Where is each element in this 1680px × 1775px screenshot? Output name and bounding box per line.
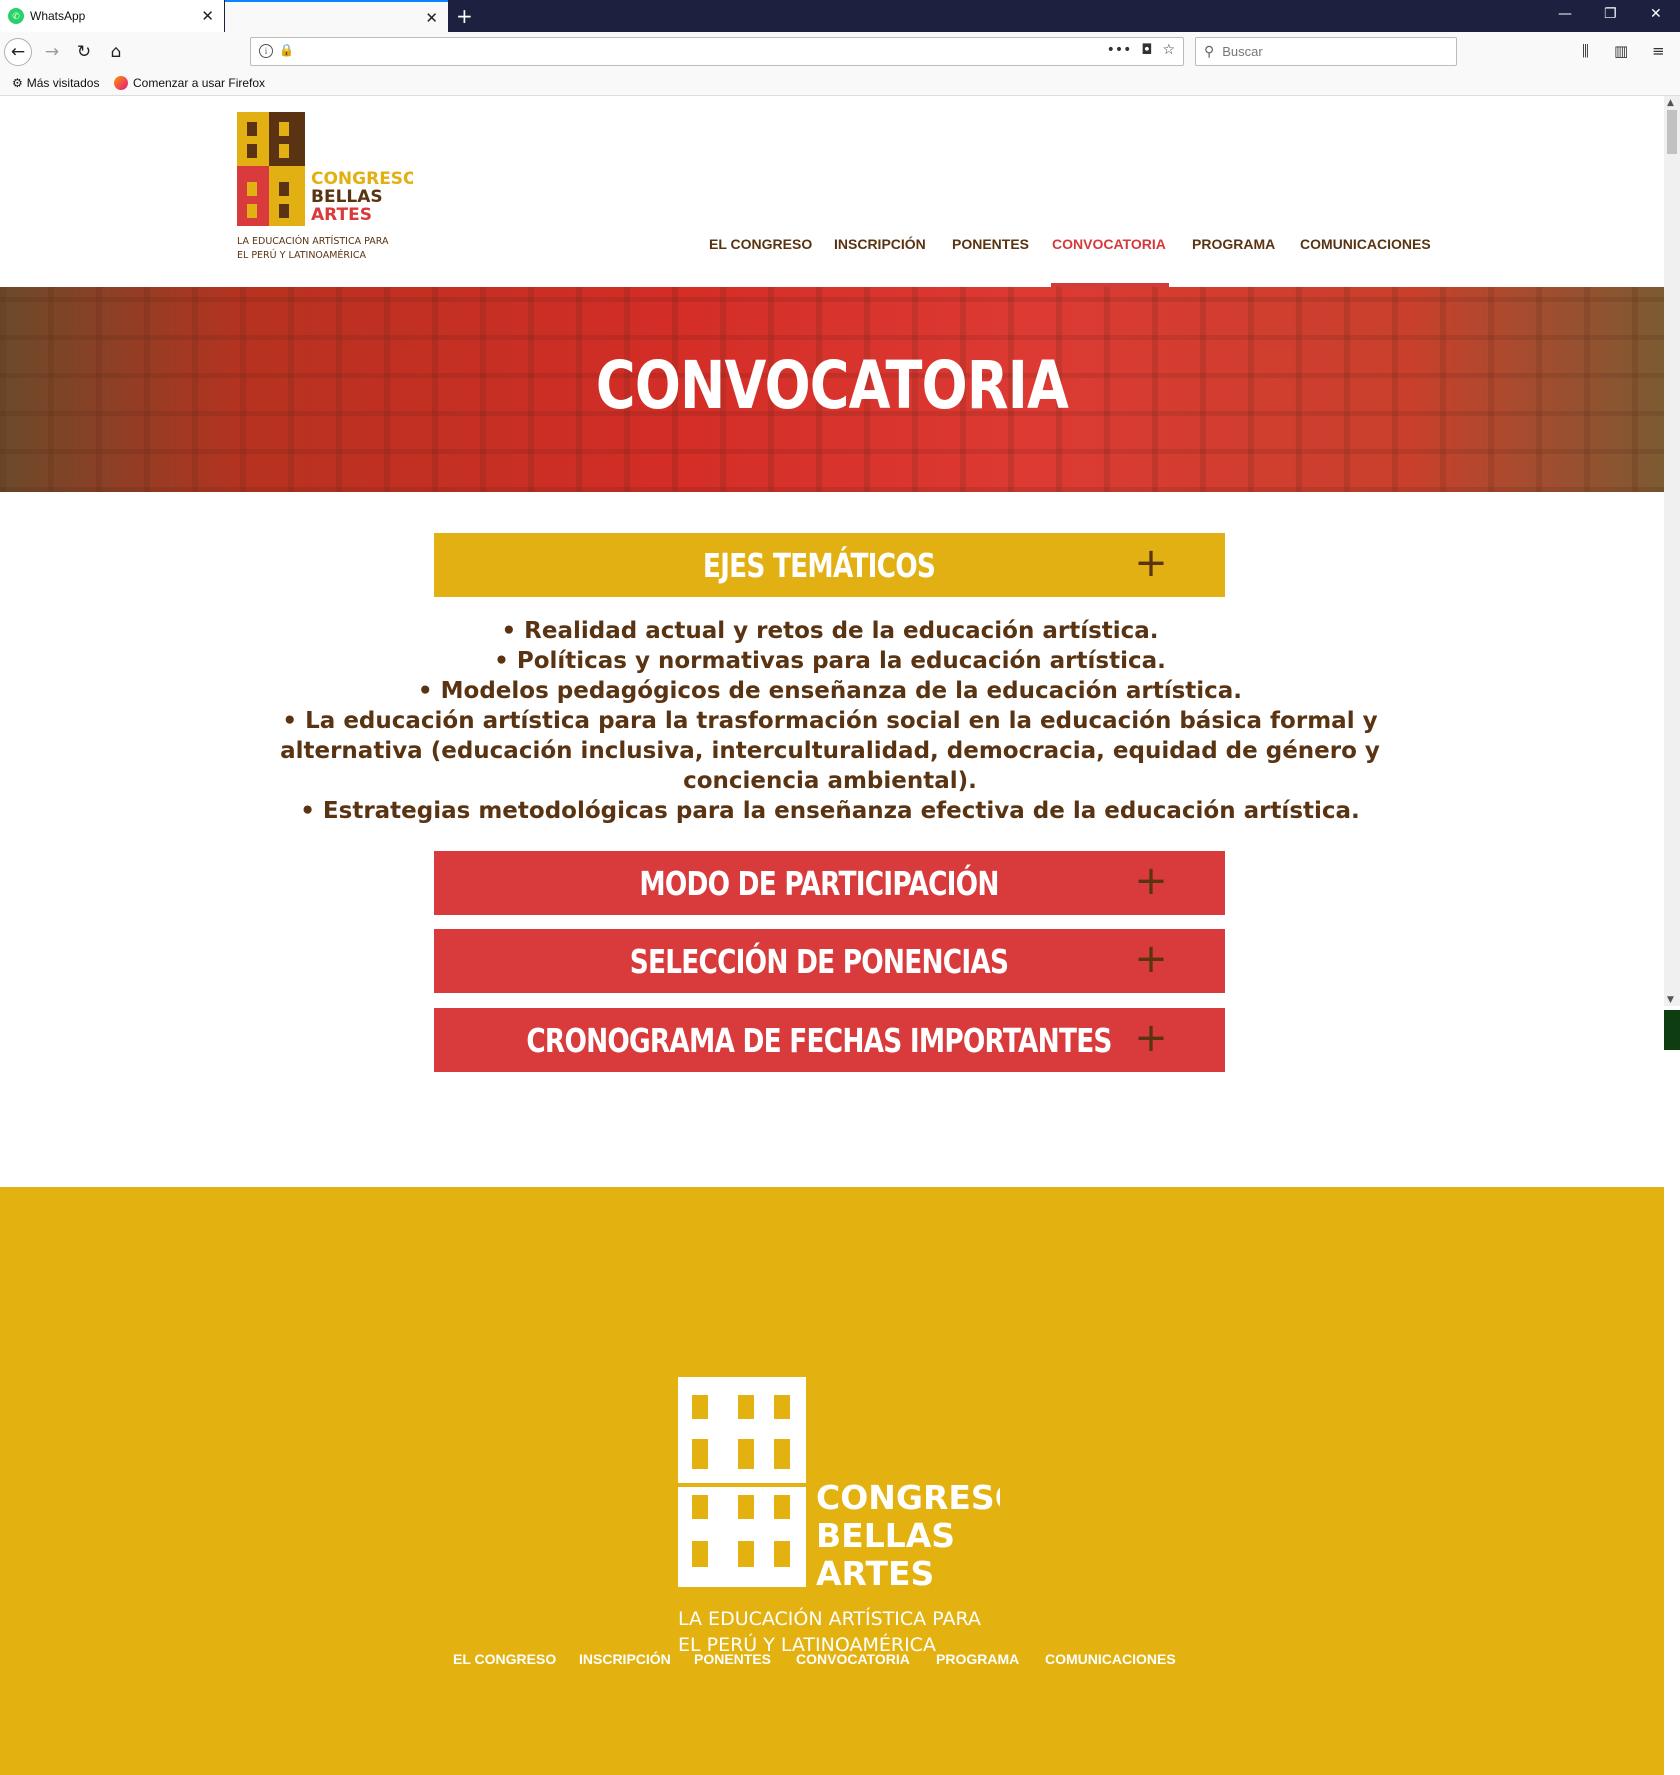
footer-nav-comunicaciones[interactable]: COMUNICACIONES (1045, 1651, 1176, 1667)
nav-inscripcion[interactable]: INSCRIPCIÓN (834, 236, 926, 252)
accordion-modo-participacion[interactable]: MODO DE PARTICIPACIÓN + (434, 851, 1225, 915)
accordion-seleccion-ponencias[interactable]: SELECCIÓN DE PONENCIAS + (434, 929, 1225, 993)
plus-icon[interactable]: + (1129, 541, 1173, 585)
accordion-title: MODO DE PARTICIPACIÓN (639, 863, 999, 903)
back-button[interactable]: ← (4, 38, 32, 66)
footer-logo-line2: BELLAS (816, 1516, 955, 1555)
browser-toolbar: ← → ↻ ⌂ i 🔒 ••• ◘ ☆ ⚲ Buscar ⫼ ▥ ≡ (0, 32, 1680, 72)
accordion-title: EJES TEMÁTICOS (702, 545, 936, 585)
page-title: CONVOCATORIA (595, 347, 1069, 424)
lock-icon: 🔒 (279, 43, 294, 57)
logo-line2: BELLAS (311, 187, 383, 207)
nav-ponentes[interactable]: PONENTES (952, 236, 1029, 252)
footer-nav-el-congreso[interactable]: EL CONGRESO (453, 1651, 556, 1667)
footer: CONGRESO BELLAS ARTES LA EDUCACIÓN ARTÍS… (0, 1187, 1664, 1775)
bookmark-comenzar-firefox[interactable]: Comenzar a usar Firefox (114, 76, 265, 90)
home-button[interactable]: ⌂ (102, 38, 130, 66)
accordion-ejes-tematicos[interactable]: EJES TEMÁTICOS + (434, 533, 1225, 597)
list-item: • La educación artística para la trasfor… (282, 708, 1378, 734)
close-window-icon[interactable]: ✕ (1650, 6, 1662, 22)
minimize-icon[interactable]: — (1558, 6, 1572, 22)
hero-banner: CONVOCATORIA (0, 287, 1664, 492)
pocket-icon[interactable]: ◘ (1141, 42, 1152, 58)
footer-logo-line1: CONGRESO (816, 1478, 1000, 1517)
accordion-title: SELECCIÓN DE PONENCIAS (629, 941, 1009, 981)
search-placeholder: Buscar (1222, 44, 1263, 59)
tab-title: WhatsApp (30, 9, 86, 23)
tab-current[interactable]: ✕ (225, 0, 448, 32)
firefox-icon (114, 76, 128, 90)
address-bar[interactable]: i 🔒 ••• ◘ ☆ (250, 37, 1184, 66)
reload-button[interactable]: ↻ (70, 38, 98, 66)
search-icon: ⚲ (1204, 43, 1215, 59)
sidebar-icon[interactable]: ▥ (1614, 42, 1628, 60)
bookmark-mas-visitados[interactable]: ⚙ Más visitados (12, 76, 99, 90)
plus-icon[interactable]: + (1129, 1016, 1173, 1060)
list-item: • Realidad actual y retos de la educació… (501, 618, 1159, 644)
forward-button[interactable]: → (38, 38, 66, 66)
list-item: conciencia ambiental). (683, 768, 977, 794)
browser-tab-bar: ✆ WhatsApp ✕ ✕ + — ❐ ✕ (0, 0, 1680, 32)
list-item: • Modelos pedagógicos de enseñanza de la… (417, 678, 1243, 704)
list-item: • Políticas y normativas para la educaci… (494, 648, 1166, 674)
nav-convocatoria[interactable]: CONVOCATORIA (1052, 236, 1166, 252)
plus-icon[interactable]: + (1129, 937, 1173, 981)
congreso-logo[interactable]: CONGRESO BELLAS ARTES LA EDUCACIÓN ARTÍS… (237, 112, 413, 264)
accordion-title: CRONOGRAMA DE FECHAS IMPORTANTES (526, 1020, 1112, 1060)
nav-el-congreso[interactable]: EL CONGRESO (709, 236, 812, 252)
scrollbar[interactable] (1664, 96, 1680, 1006)
bookmark-label: Más visitados (26, 76, 100, 90)
whatsapp-icon: ✆ (8, 8, 24, 24)
footer-logo[interactable]: CONGRESO BELLAS ARTES LA EDUCACIÓN ARTÍS… (678, 1377, 1000, 1657)
footer-nav-programa[interactable]: PROGRAMA (936, 1651, 1019, 1667)
site-info-icon[interactable]: i (259, 44, 273, 58)
logo-tagline1: LA EDUCACIÓN ARTÍSTICA PARA (237, 235, 389, 247)
accordion-cronograma[interactable]: CRONOGRAMA DE FECHAS IMPORTANTES + (434, 1008, 1225, 1072)
bookmarks-toolbar: ⚙ Más visitados Comenzar a usar Firefox (0, 72, 1680, 96)
list-item: alternativa (educación inclusiva, interc… (280, 738, 1380, 764)
plus-icon[interactable]: + (1129, 859, 1173, 903)
footer-nav-inscripcion[interactable]: INSCRIPCIÓN (579, 1651, 671, 1667)
restore-icon[interactable]: ❐ (1604, 6, 1617, 22)
library-icon[interactable]: ⫼ (1582, 42, 1589, 60)
new-tab-button[interactable]: + (456, 4, 473, 28)
search-input[interactable]: ⚲ Buscar (1195, 37, 1457, 66)
nav-comunicaciones[interactable]: COMUNICACIONES (1300, 236, 1431, 252)
close-tab-icon[interactable]: ✕ (425, 9, 438, 27)
logo-tagline2: EL PERÚ Y LATINOAMÉRICA (237, 249, 366, 261)
ejes-list: • Realidad actual y retos de la educació… (280, 616, 1380, 826)
page-actions-icon[interactable]: ••• (1107, 42, 1132, 58)
web-page: CONGRESO BELLAS ARTES LA EDUCACIÓN ARTÍS… (0, 96, 1664, 1775)
list-item: • Estrategias metodológicas para la ense… (300, 798, 1360, 824)
bookmark-star-icon[interactable]: ☆ (1162, 42, 1175, 58)
side-strip (1664, 1010, 1680, 1050)
tab-whatsapp[interactable]: ✆ WhatsApp ✕ (0, 0, 224, 32)
menu-icon[interactable]: ≡ (1652, 42, 1665, 60)
gear-icon: ⚙ (12, 76, 23, 90)
footer-nav-convocatoria[interactable]: CONVOCATORIA (796, 1651, 910, 1667)
scrollbar-thumb[interactable] (1667, 110, 1677, 154)
footer-tagline1: LA EDUCACIÓN ARTÍSTICA PARA (678, 1606, 981, 1630)
bookmark-label: Comenzar a usar Firefox (133, 76, 266, 90)
close-tab-icon[interactable]: ✕ (201, 7, 214, 25)
logo-line3: ARTES (311, 205, 372, 225)
scroll-down-icon[interactable]: ▼ (1667, 995, 1674, 1005)
footer-nav-ponentes[interactable]: PONENTES (694, 1651, 771, 1667)
nav-programa[interactable]: PROGRAMA (1192, 236, 1275, 252)
scroll-up-icon[interactable]: ▲ (1667, 98, 1674, 108)
logo-line1: CONGRESO (311, 169, 413, 189)
footer-logo-line3: ARTES (816, 1554, 934, 1593)
